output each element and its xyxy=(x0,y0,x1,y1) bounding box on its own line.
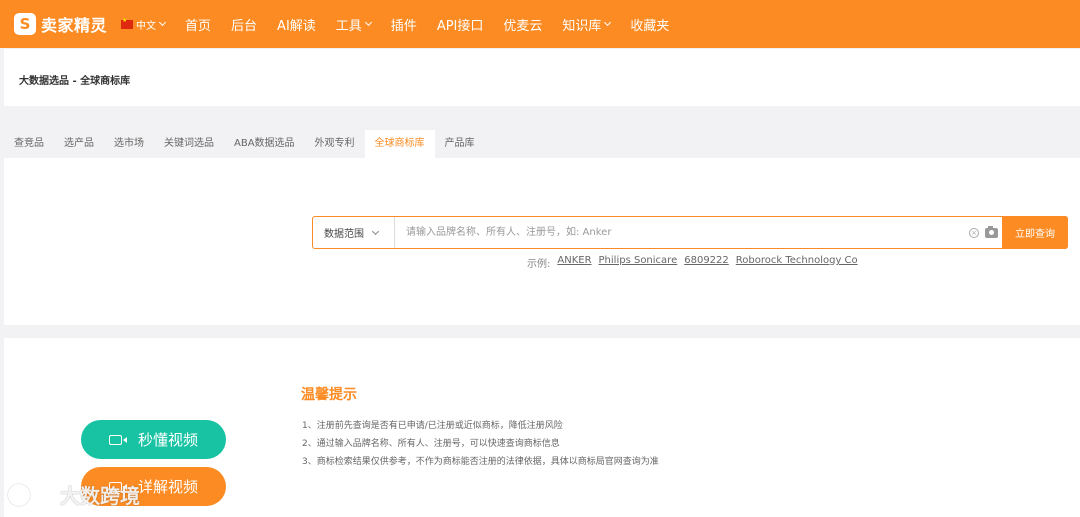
examples-label: 示例: xyxy=(527,259,551,270)
search-bar: 数据范围 × 立即查询 xyxy=(312,216,1068,249)
tab-competitor[interactable]: 查竞品 xyxy=(4,130,54,158)
example-link[interactable]: 6809222 xyxy=(684,255,729,270)
nav-item-dashboard[interactable]: 后台 xyxy=(231,15,257,34)
chevron-down-icon xyxy=(158,18,167,27)
nav-item-api[interactable]: API接口 xyxy=(437,15,484,34)
tab-product-library[interactable]: 产品库 xyxy=(435,130,485,158)
tips-panel: 温馨提示 1、注册前先查询是否有已申请/已注册或近似商标，降低注册风险 2、通过… xyxy=(4,338,1080,517)
chevron-down-icon xyxy=(604,18,612,27)
language-switcher[interactable]: 中文 xyxy=(121,17,167,32)
nav-item-plugin[interactable]: 插件 xyxy=(391,15,417,34)
tab-design-patent[interactable]: 外观专利 xyxy=(305,130,365,158)
brand-logo[interactable]: S 卖家精灵 xyxy=(14,12,107,36)
nav-item-tools[interactable]: 工具 xyxy=(336,15,372,34)
tab-aba[interactable]: ABA数据选品 xyxy=(224,130,305,158)
tab-market[interactable]: 选市场 xyxy=(104,130,154,158)
watermark-dot-icon xyxy=(31,483,42,494)
top-navbar: S 卖家精灵 中文 首页 后台 AI解读 工具 插件 API接口 优麦云 知识库… xyxy=(0,0,1080,48)
nav-item-favorites[interactable]: 收藏夹 xyxy=(630,15,669,34)
tab-products[interactable]: 选产品 xyxy=(54,130,104,158)
watermark-text: 大数跨境 xyxy=(60,484,140,508)
tip-line: 3、商标检索结果仅供参考，不作为商标能否注册的法律依据，具体以商标局官网查询为准 xyxy=(302,457,659,467)
nav-item-youmaiyun[interactable]: 优麦云 xyxy=(503,15,542,34)
quick-video-button[interactable]: 秒懂视频 xyxy=(81,420,226,459)
watermark-logo-icon xyxy=(8,483,30,506)
brand-name: 卖家精灵 xyxy=(41,16,108,35)
example-link[interactable]: ANKER xyxy=(557,255,591,270)
nav-item-home[interactable]: 首页 xyxy=(185,15,211,34)
search-input[interactable] xyxy=(395,217,969,248)
example-link[interactable]: Philips Sonicare xyxy=(599,255,678,270)
data-scope-label: 数据范围 xyxy=(324,229,364,240)
nav-item-knowledge[interactable]: 知识库 xyxy=(562,15,612,34)
example-link[interactable]: Roborock Technology Co xyxy=(736,255,858,270)
chevron-down-icon xyxy=(364,18,372,27)
camera-icon[interactable] xyxy=(985,225,998,238)
detail-video-label: 详解视频 xyxy=(137,478,198,496)
quick-video-label: 秒懂视频 xyxy=(137,431,198,449)
tip-line: 1、注册前先查询是否有已申请/已注册或近似商标，降低注册风险 xyxy=(302,421,563,431)
video-camera-icon xyxy=(108,434,127,445)
chevron-down-icon xyxy=(371,227,380,235)
watermark: 大数跨境 xyxy=(8,480,140,509)
tips-title: 温馨提示 xyxy=(301,387,357,403)
search-panel: 查竞品 选产品 选市场 关键词选品 ABA数据选品 外观专利 全球商标库 产品库… xyxy=(4,130,1080,325)
search-examples: 示例: ANKER Philips Sonicare 6809222 Robor… xyxy=(527,255,858,270)
nav-item-ai[interactable]: AI解读 xyxy=(277,15,316,34)
search-button[interactable]: 立即查询 xyxy=(1002,216,1068,249)
breadcrumb-panel: 大数据选品 - 全球商标库 xyxy=(4,49,1080,106)
data-scope-select[interactable]: 数据范围 xyxy=(313,217,395,248)
tab-bar: 查竞品 选产品 选市场 关键词选品 ABA数据选品 外观专利 全球商标库 产品库 xyxy=(4,130,1080,158)
main-nav: 首页 后台 AI解读 工具 插件 API接口 优麦云 知识库 收藏夹 xyxy=(175,15,679,34)
tab-trademark[interactable]: 全球商标库 xyxy=(364,130,435,158)
china-flag-icon xyxy=(121,17,134,29)
tip-line: 2、通过输入品牌名称、所有人、注册号，可以快速查询商标信息 xyxy=(302,439,560,449)
clear-icon[interactable]: × xyxy=(969,227,979,238)
logo-icon: S xyxy=(14,13,36,35)
language-label: 中文 xyxy=(136,20,157,32)
tab-keyword[interactable]: 关键词选品 xyxy=(154,130,224,158)
breadcrumb: 大数据选品 - 全球商标库 xyxy=(19,76,131,87)
